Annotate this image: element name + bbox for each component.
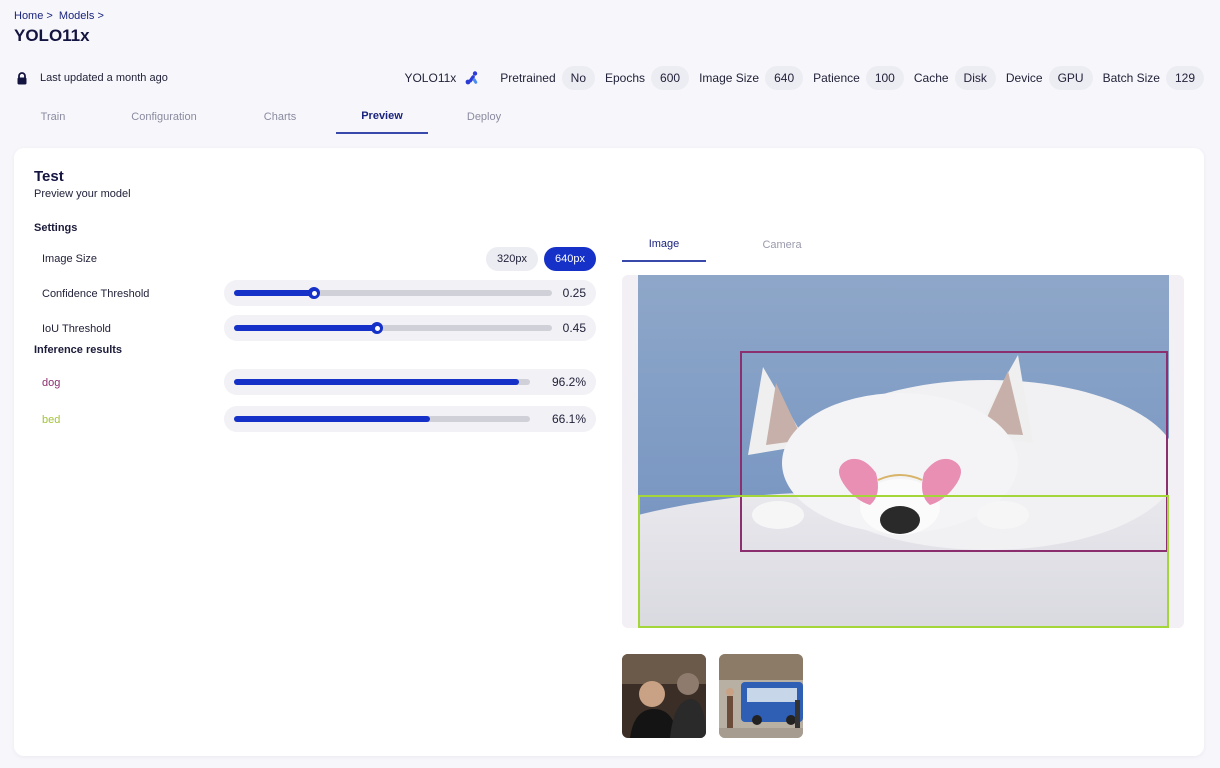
result-fill xyxy=(234,379,519,385)
inference-heading: Inference results xyxy=(34,344,123,356)
meta-pretrained: Pretrained No xyxy=(500,66,595,90)
sample-thumbnails xyxy=(622,654,803,738)
result-row-dog: dog 96.2% xyxy=(42,369,596,395)
app-page: Home > Models > YOLO11x Last updated a m… xyxy=(0,0,1220,768)
test-card: Test Preview your model Settings Image S… xyxy=(14,148,1204,756)
meta-epochs: Epochs 600 xyxy=(605,66,690,90)
meta-label: Batch Size xyxy=(1102,71,1160,85)
confidence-label: Confidence Threshold xyxy=(42,288,150,300)
model-meta-bar: YOLO11x Pretrained No Epochs 600 Image S… xyxy=(404,66,1204,90)
slider-track xyxy=(234,322,552,334)
meta-value-pill: 129 xyxy=(1165,66,1204,90)
model-name: YOLO11x xyxy=(404,71,457,85)
meta-value-pill: GPU xyxy=(1048,66,1093,90)
result-value: 96.2% xyxy=(551,375,586,389)
meta-label: Epochs xyxy=(605,71,646,85)
breadcrumb-models[interactable]: Models xyxy=(59,10,94,22)
image-size-row: Image Size 320px 640px xyxy=(42,247,596,271)
size-640-button[interactable]: 640px xyxy=(544,247,596,271)
meta-label: Cache xyxy=(913,71,949,85)
meta-value-pill: 100 xyxy=(865,66,904,90)
breadcrumb-separator: > xyxy=(46,10,53,22)
slider-fill xyxy=(234,290,314,296)
tab-charts[interactable]: Charts xyxy=(244,100,316,134)
iou-value: 0.45 xyxy=(562,321,586,335)
meta-value-pill: No xyxy=(561,66,595,90)
tab-deploy[interactable]: Deploy xyxy=(428,100,540,134)
result-fill xyxy=(234,416,430,422)
subtab-camera[interactable]: Camera xyxy=(740,228,824,262)
subtab-image[interactable]: Image xyxy=(622,228,706,262)
size-320-button[interactable]: 320px xyxy=(486,247,539,271)
image-size-toggle: 320px 640px xyxy=(486,247,596,271)
iou-slider[interactable]: 0.45 xyxy=(224,315,596,341)
last-updated-row: Last updated a month ago xyxy=(14,68,168,88)
iou-label: IoU Threshold xyxy=(42,323,111,335)
slider-fill xyxy=(234,325,377,331)
last-updated-text: Last updated a month ago xyxy=(40,72,168,84)
breadcrumb-home[interactable]: Home xyxy=(14,10,43,22)
preview-subtabs: Image Camera xyxy=(622,228,824,262)
result-row-bed: bed 66.1% xyxy=(42,406,596,432)
result-label: dog xyxy=(42,377,61,389)
slider-handle[interactable] xyxy=(371,322,383,334)
slider-track xyxy=(234,287,552,299)
preview-photo xyxy=(638,275,1169,628)
tab-train[interactable]: Train xyxy=(22,100,84,134)
slider-handle[interactable] xyxy=(308,287,320,299)
lock-icon xyxy=(14,70,30,86)
meta-label: Device xyxy=(1005,71,1043,85)
meta-patience: Patience 100 xyxy=(813,66,904,90)
meta-label: Patience xyxy=(813,71,860,85)
breadcrumb: Home > Models > xyxy=(14,10,107,22)
sample-thumbnail[interactable] xyxy=(719,654,803,738)
confidence-row: Confidence Threshold 0.25 xyxy=(42,280,596,306)
confidence-slider[interactable]: 0.25 xyxy=(224,280,596,306)
meta-label: Pretrained xyxy=(500,71,556,85)
sample-thumbnail[interactable] xyxy=(622,654,706,738)
tab-configuration[interactable]: Configuration xyxy=(84,100,244,134)
page-title: YOLO11x xyxy=(14,26,90,45)
settings-heading: Settings xyxy=(34,222,78,234)
meta-value-pill: Disk xyxy=(954,66,996,90)
result-label: bed xyxy=(42,414,61,426)
result-value: 66.1% xyxy=(551,412,586,426)
main-tabs: Train Configuration Charts Preview Deplo… xyxy=(22,100,540,136)
tab-preview[interactable]: Preview xyxy=(336,100,428,134)
image-size-label: Image Size xyxy=(42,253,98,265)
meta-value-pill: 600 xyxy=(651,66,690,90)
result-track xyxy=(234,416,530,422)
result-bar: 96.2% xyxy=(224,369,596,395)
result-track xyxy=(234,379,530,385)
model-logo-icon xyxy=(464,70,480,86)
meta-image-size: Image Size 640 xyxy=(699,66,804,90)
breadcrumb-separator: > xyxy=(97,10,104,22)
meta-value-pill: 640 xyxy=(765,66,804,90)
meta-device: Device GPU xyxy=(1006,66,1093,90)
bed-bounding-box xyxy=(638,495,1169,628)
confidence-value: 0.25 xyxy=(562,286,586,300)
meta-label: Image Size xyxy=(699,71,760,85)
preview-image-frame xyxy=(622,275,1184,628)
meta-batch-size: Batch Size 129 xyxy=(1103,66,1204,90)
test-title: Test xyxy=(34,168,64,185)
meta-cache: Cache Disk xyxy=(914,66,996,90)
result-bar: 66.1% xyxy=(224,406,596,432)
test-subtitle: Preview your model xyxy=(34,188,131,200)
iou-row: IoU Threshold 0.45 xyxy=(42,315,596,341)
